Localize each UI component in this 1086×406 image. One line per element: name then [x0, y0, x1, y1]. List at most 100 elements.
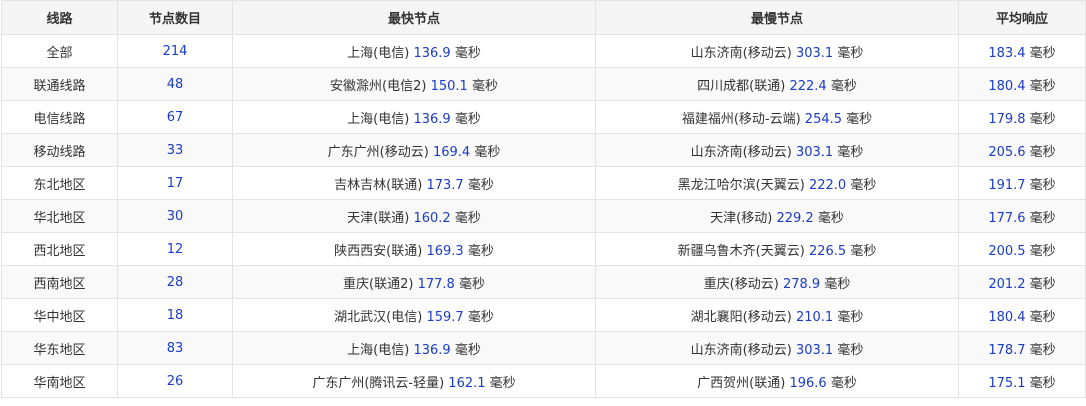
- count-cell: 28: [117, 265, 233, 299]
- fastest-cell: 广东广州(腾讯云-轻量) 162.1 毫秒: [232, 364, 596, 398]
- average-cell: 201.2 毫秒: [958, 265, 1086, 299]
- unit-label: 毫秒: [846, 111, 873, 127]
- unit-label: 毫秒: [1029, 375, 1056, 391]
- line-name: 东北地区: [33, 177, 86, 193]
- fastest-node-value: 177.8: [417, 276, 455, 292]
- fastest-node-value: 159.7: [426, 309, 464, 325]
- table-body: 全部 214 上海(电信) 136.9 毫秒 山东济南(移动云) 303.1 毫秒 18…: [1, 34, 1086, 398]
- fastest-cell: 上海(电信) 136.9 毫秒: [232, 34, 596, 68]
- line-cell: 华南地区: [1, 364, 118, 398]
- average-cell: 175.1 毫秒: [958, 364, 1086, 398]
- line-cell: 华中地区: [1, 298, 118, 332]
- line-cell: 西南地区: [1, 265, 118, 299]
- unit-label: 毫秒: [454, 111, 481, 127]
- count-cell: 18: [117, 298, 233, 332]
- slowest-cell: 山东济南(移动云) 303.1 毫秒: [595, 34, 959, 68]
- average-value: 179.8: [988, 111, 1026, 127]
- slowest-cell: 四川成都(联通) 222.4 毫秒: [595, 67, 959, 101]
- average-cell: 179.8 毫秒: [958, 100, 1086, 134]
- fastest-node-value: 162.1: [448, 375, 486, 391]
- header-average-response: 平均响应: [958, 0, 1086, 35]
- fastest-node-value: 150.1: [430, 78, 468, 94]
- table-row: 华南地区 26 广东广州(腾讯云-轻量) 162.1 毫秒 广西贺州(联通) 196.…: [1, 364, 1086, 398]
- average-cell: 178.7 毫秒: [958, 331, 1086, 365]
- slowest-node-value: 222.0: [808, 177, 847, 193]
- unit-label: 毫秒: [850, 243, 877, 259]
- slowest-node-value: 229.2: [776, 210, 814, 226]
- average-cell: 180.4 毫秒: [958, 298, 1086, 332]
- average-value: 178.7: [988, 342, 1026, 358]
- fastest-cell: 吉林吉林(联通) 173.7 毫秒: [232, 166, 596, 200]
- count-cell: 33: [117, 133, 233, 167]
- slowest-node-value: 278.9: [782, 276, 821, 292]
- line-name: 联通线路: [33, 78, 86, 94]
- fastest-node-name: 安徽滁州(电信2): [330, 78, 427, 94]
- unit-label: 毫秒: [837, 309, 864, 325]
- unit-label: 毫秒: [1029, 78, 1056, 94]
- slowest-node-name: 山东济南(移动云): [690, 342, 792, 358]
- node-count: 83: [166, 340, 184, 356]
- fastest-node-value: 173.7: [426, 177, 464, 193]
- fastest-node-name: 吉林吉林(联通): [334, 177, 423, 193]
- slowest-node-name: 湖北襄阳(移动云): [690, 309, 792, 325]
- slowest-cell: 新疆乌鲁木齐(天翼云) 226.5 毫秒: [595, 232, 959, 266]
- count-cell: 26: [117, 364, 233, 398]
- line-name: 华东地区: [33, 342, 86, 358]
- slowest-node-value: 210.1: [795, 309, 834, 325]
- average-value: 201.2: [988, 276, 1026, 292]
- unit-label: 毫秒: [471, 78, 498, 94]
- node-count: 214: [162, 43, 188, 59]
- fastest-node-name: 广东广州(腾讯云-轻量): [312, 375, 445, 391]
- slowest-cell: 湖北襄阳(移动云) 210.1 毫秒: [595, 298, 959, 332]
- slowest-node-name: 广西贺州(联通): [697, 375, 786, 391]
- line-cell: 联通线路: [1, 67, 118, 101]
- header-line: 线路: [1, 0, 118, 35]
- fastest-node-value: 169.3: [426, 243, 464, 259]
- slowest-node-value: 226.5: [808, 243, 847, 259]
- unit-label: 毫秒: [1029, 45, 1056, 61]
- line-cell: 华北地区: [1, 199, 118, 233]
- count-cell: 67: [117, 100, 233, 134]
- line-name: 全部: [46, 45, 73, 61]
- count-cell: 12: [117, 232, 233, 266]
- node-count: 67: [166, 109, 184, 125]
- table-row: 东北地区 17 吉林吉林(联通) 173.7 毫秒 黑龙江哈尔滨(天翼云) 222.0…: [1, 166, 1086, 200]
- unit-label: 毫秒: [837, 144, 864, 160]
- unit-label: 毫秒: [824, 276, 851, 292]
- slowest-cell: 山东济南(移动云) 303.1 毫秒: [595, 331, 959, 365]
- slowest-node-name: 新疆乌鲁木齐(天翼云): [677, 243, 805, 259]
- unit-label: 毫秒: [1029, 210, 1056, 226]
- fastest-cell: 重庆(联通2) 177.8 毫秒: [232, 265, 596, 299]
- fastest-cell: 广东广州(移动云) 169.4 毫秒: [232, 133, 596, 167]
- line-cell: 全部: [1, 34, 118, 68]
- header-node-count: 节点数目: [117, 0, 233, 35]
- average-value: 180.4: [988, 309, 1026, 325]
- fastest-cell: 安徽滁州(电信2) 150.1 毫秒: [232, 67, 596, 101]
- average-cell: 180.4 毫秒: [958, 67, 1086, 101]
- line-name: 华中地区: [33, 309, 86, 325]
- unit-label: 毫秒: [830, 375, 857, 391]
- slowest-node-value: 303.1: [795, 342, 834, 358]
- node-count: 18: [166, 307, 184, 323]
- unit-label: 毫秒: [454, 210, 481, 226]
- average-value: 191.7: [988, 177, 1026, 193]
- unit-label: 毫秒: [467, 177, 494, 193]
- unit-label: 毫秒: [817, 210, 844, 226]
- header-fastest-node: 最快节点: [232, 0, 596, 35]
- fastest-node-name: 湖北武汉(电信): [334, 309, 423, 325]
- count-cell: 83: [117, 331, 233, 365]
- average-value: 180.4: [988, 78, 1026, 94]
- node-count: 17: [166, 175, 184, 191]
- line-name: 移动线路: [33, 144, 86, 160]
- fastest-node-name: 上海(电信): [347, 342, 410, 358]
- fastest-node-value: 136.9: [413, 342, 451, 358]
- count-cell: 214: [117, 34, 233, 68]
- table-row: 华北地区 30 天津(联通) 160.2 毫秒 天津(移动) 229.2 毫秒 177.…: [1, 199, 1086, 233]
- slowest-node-name: 山东济南(移动云): [690, 144, 792, 160]
- table-row: 西南地区 28 重庆(联通2) 177.8 毫秒 重庆(移动云) 278.9 毫秒 20…: [1, 265, 1086, 299]
- slowest-cell: 天津(移动) 229.2 毫秒: [595, 199, 959, 233]
- node-count: 48: [166, 76, 184, 92]
- slowest-node-value: 254.5: [804, 111, 843, 127]
- line-name: 西南地区: [33, 276, 86, 292]
- line-cell: 东北地区: [1, 166, 118, 200]
